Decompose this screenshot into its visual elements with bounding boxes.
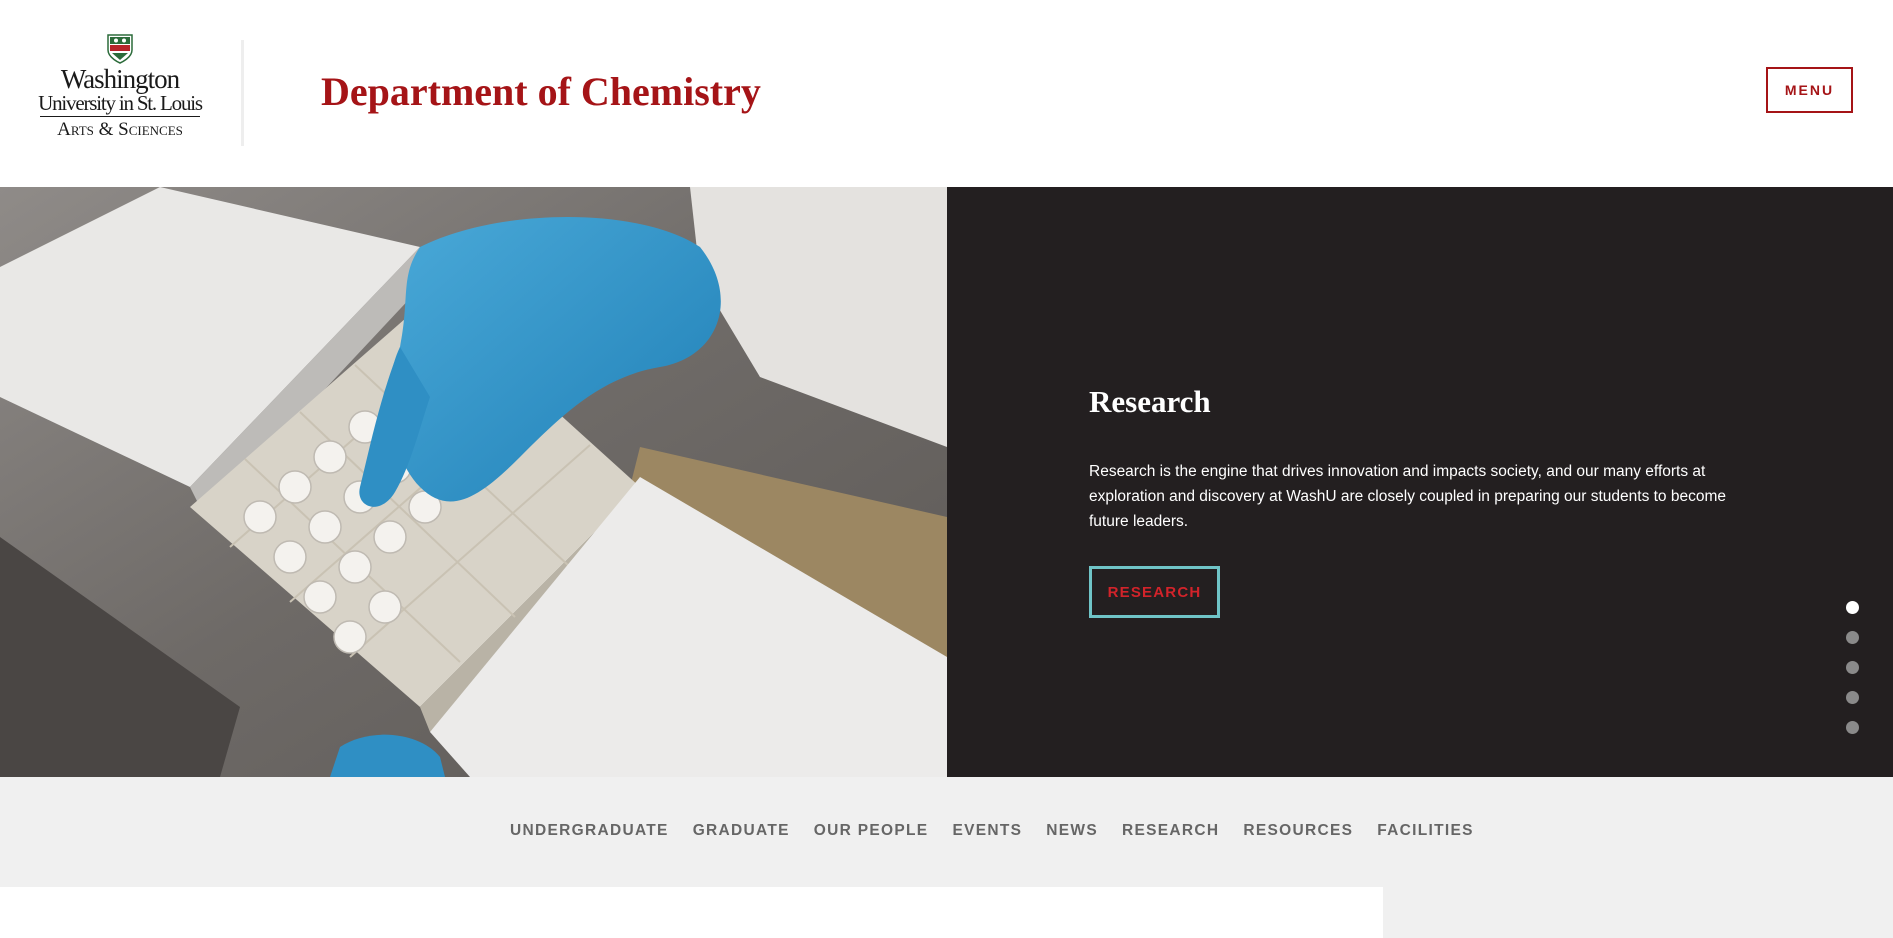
lab-freezer-sample-box-photo-icon [0, 187, 947, 777]
section-nav-list: UNDERGRADUATE GRADUATE OUR PEOPLE EVENTS… [0, 822, 1893, 840]
nav-item-events[interactable]: EVENTS [952, 822, 1022, 840]
logo-line-washington: Washington [60, 64, 180, 94]
header-divider [241, 40, 244, 146]
carousel-dot-1[interactable] [1846, 601, 1859, 614]
nav-item-research[interactable]: RESEARCH [1122, 822, 1219, 840]
nav-item-news[interactable]: NEWS [1046, 822, 1098, 840]
department-title[interactable]: Department of Chemistry [321, 68, 761, 116]
nav-item-resources[interactable]: RESOURCES [1243, 822, 1353, 840]
logo-line-arts-sciences: Arts & Sciences [57, 119, 183, 140]
slide-description: Research is the engine that drives innov… [1089, 463, 1726, 530]
logo-line-university: University in St. Louis [38, 91, 203, 115]
site-header: Washington University in St. Louis Arts … [0, 0, 1893, 187]
carousel-dot-2[interactable] [1846, 631, 1859, 644]
shield-icon [107, 34, 133, 64]
hero-image [0, 187, 947, 777]
carousel-dot-5[interactable] [1846, 721, 1859, 734]
section-nav: UNDERGRADUATE GRADUATE OUR PEOPLE EVENTS… [0, 777, 1893, 887]
nav-item-facilities[interactable]: FACILITIES [1377, 822, 1474, 840]
nav-item-undergraduate[interactable]: UNDERGRADUATE [510, 822, 669, 840]
slide-title: Research [1089, 384, 1211, 419]
university-logo[interactable]: Washington University in St. Louis Arts … [36, 34, 204, 146]
main-content-area [0, 887, 1383, 938]
nav-item-our-people[interactable]: OUR PEOPLE [814, 822, 929, 840]
carousel-dot-4[interactable] [1846, 691, 1859, 704]
sidebar-area [1383, 887, 1893, 938]
nav-item-graduate[interactable]: GRADUATE [693, 822, 790, 840]
logo-rule [40, 116, 200, 117]
carousel-dot-3[interactable] [1846, 661, 1859, 674]
menu-button[interactable]: MENU [1766, 67, 1853, 113]
research-button[interactable]: RESEARCH [1089, 566, 1220, 618]
hero-slide-panel: Research Research is the engine that dri… [947, 187, 1893, 777]
carousel-pagination [1846, 601, 1860, 751]
hero-carousel: Research Research is the engine that dri… [0, 187, 1893, 777]
